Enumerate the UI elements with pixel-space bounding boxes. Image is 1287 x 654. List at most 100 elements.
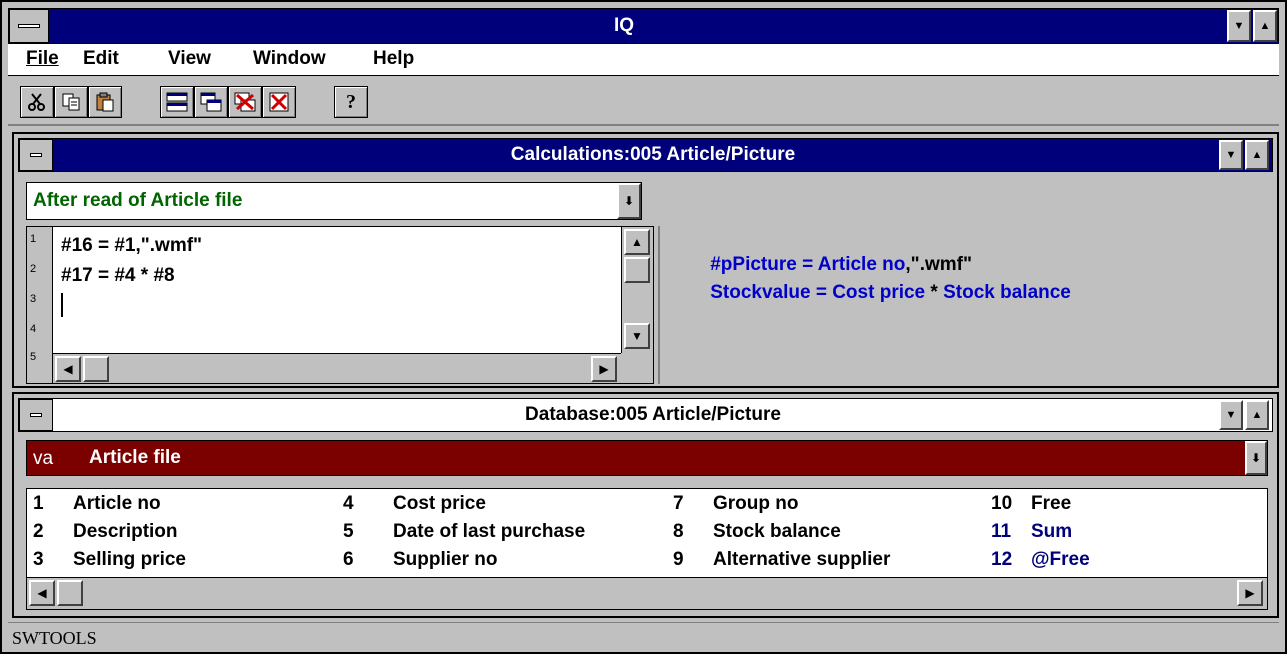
line-number-gutter: 1 2 3 4 5: [27, 227, 53, 383]
event-select-value: After read of Article file: [33, 190, 243, 211]
field-name[interactable]: @Free: [1031, 549, 1090, 571]
calculations-titlebar[interactable]: Calculations:005 Article/Picture ▼ ▲: [18, 138, 1273, 172]
database-file-select[interactable]: va Article file ⬇: [26, 440, 1268, 476]
dropdown-arrow-icon: ⬇: [623, 194, 635, 208]
code-vertical-scrollbar[interactable]: ▲ ▼: [621, 227, 653, 353]
paste-button[interactable]: [88, 86, 122, 118]
scroll-up-button[interactable]: ▲: [624, 229, 650, 255]
app-titlebar[interactable]: IQ ▼ ▲: [8, 8, 1279, 44]
translation-line: Stockvalue = Cost price * Stock balance: [668, 260, 1071, 326]
translation-pane: #pPicture = Article no,".wmf" Stockvalue…: [658, 226, 1270, 384]
code-editor[interactable]: 1 2 3 4 5 #16 = #1,".wmf" #17 = #4 * #8 …: [26, 226, 654, 384]
field-name[interactable]: Supplier no: [393, 549, 498, 571]
scroll-thumb[interactable]: [57, 580, 83, 606]
field-name[interactable]: Cost price: [393, 493, 486, 515]
field-number: 2: [33, 521, 44, 542]
field-name[interactable]: Description: [73, 521, 178, 543]
menu-edit[interactable]: Edit: [83, 48, 119, 70]
up-arrow-icon: ▲: [631, 235, 643, 249]
tile-button[interactable]: [160, 86, 194, 118]
line-number: 4: [30, 323, 37, 335]
menu-help[interactable]: Help: [373, 48, 414, 70]
database-titlebar[interactable]: Database:005 Article/Picture ▼ ▲: [18, 398, 1273, 432]
help-icon: ?: [346, 90, 356, 113]
scroll-right-button[interactable]: ▶: [1237, 580, 1263, 606]
calculations-minimize-button[interactable]: ▼: [1219, 140, 1243, 170]
dropdown-arrow-icon: ⬇: [1250, 451, 1262, 465]
app-system-menu-button[interactable]: [9, 9, 49, 43]
right-arrow-icon: ▶: [599, 362, 609, 376]
event-select-dropdown-button[interactable]: ⬇: [617, 183, 641, 219]
calculations-title: Calculations:005 Article/Picture: [510, 144, 796, 165]
code-horizontal-scrollbar[interactable]: ◀ ▶: [53, 353, 621, 383]
database-file-name: Article file: [89, 447, 181, 468]
scroll-thumb[interactable]: [83, 356, 109, 382]
database-system-menu-button[interactable]: [19, 399, 53, 431]
maximize-arrow-icon: ▲: [1251, 149, 1263, 161]
menu-file[interactable]: File: [26, 48, 59, 70]
code-line: #16 = #1,".wmf": [61, 235, 203, 256]
line-number: 5: [30, 351, 37, 363]
field-number: 9: [673, 549, 684, 570]
system-menu-icon: [29, 413, 43, 417]
database-minimize-button[interactable]: ▼: [1219, 400, 1243, 430]
app-title: IQ: [613, 15, 635, 36]
paste-icon: [96, 92, 114, 112]
field-list[interactable]: 1 Article no 2 Description 3 Selling price 4 Co…: [26, 488, 1268, 610]
database-file-dropdown-button[interactable]: ⬇: [1245, 441, 1267, 475]
menu-window[interactable]: Window: [253, 48, 326, 70]
field-name[interactable]: Article no: [73, 493, 161, 515]
scroll-left-button[interactable]: ◀: [29, 580, 55, 606]
field-name[interactable]: Alternative supplier: [713, 549, 890, 571]
translation-part: Stockvalue = Cost price: [710, 282, 926, 303]
field-name[interactable]: Group no: [713, 493, 798, 515]
cut-icon: [28, 93, 45, 111]
toolbar: ?: [8, 76, 1279, 126]
field-number: 4: [343, 493, 354, 514]
line-number: 3: [30, 293, 37, 305]
scroll-right-button[interactable]: ▶: [591, 356, 617, 382]
cut-button[interactable]: [20, 86, 54, 118]
copy-icon: [62, 93, 80, 111]
scroll-left-button[interactable]: ◀: [55, 356, 81, 382]
close-icon: [269, 92, 289, 112]
field-list-horizontal-scrollbar[interactable]: ◀ ▶: [27, 577, 1267, 609]
left-arrow-icon: ◀: [63, 362, 73, 376]
system-menu-icon: [29, 153, 43, 157]
cascade-button[interactable]: [194, 86, 228, 118]
maximize-arrow-icon: ▲: [1251, 409, 1263, 421]
field-name[interactable]: Sum: [1031, 521, 1072, 543]
left-arrow-icon: ◀: [37, 586, 47, 600]
minimize-arrow-icon: ▼: [1233, 20, 1245, 32]
field-number: 3: [33, 549, 44, 570]
app-maximize-button[interactable]: ▲: [1253, 10, 1277, 42]
menu-view[interactable]: View: [168, 48, 211, 70]
close-window-button[interactable]: [262, 86, 296, 118]
right-arrow-icon: ▶: [1245, 586, 1255, 600]
field-name[interactable]: Free: [1031, 493, 1071, 515]
down-arrow-icon: ▼: [631, 329, 643, 343]
close-all-icon: [234, 92, 256, 112]
field-name[interactable]: Selling price: [73, 549, 186, 571]
menu-bar: File Edit View Window Help: [8, 44, 1279, 76]
field-number: 1: [33, 493, 44, 514]
database-file-code: va: [33, 448, 54, 469]
field-number: 6: [343, 549, 354, 570]
field-name[interactable]: Date of last purchase: [393, 521, 585, 543]
database-maximize-button[interactable]: ▲: [1245, 400, 1269, 430]
line-number: 2: [30, 263, 37, 275]
scroll-thumb[interactable]: [624, 257, 650, 283]
translation-part: *: [925, 282, 944, 303]
system-menu-icon: [17, 24, 41, 28]
calculations-maximize-button[interactable]: ▲: [1245, 140, 1269, 170]
event-select[interactable]: After read of Article file ⬇: [26, 182, 642, 220]
field-list-area: 1 Article no 2 Description 3 Selling price 4 Co…: [27, 489, 1267, 577]
app-minimize-button[interactable]: ▼: [1227, 10, 1251, 42]
field-name[interactable]: Stock balance: [713, 521, 841, 543]
copy-button[interactable]: [54, 86, 88, 118]
close-all-button[interactable]: [228, 86, 262, 118]
status-bar: SWTOOLS: [8, 622, 1279, 652]
help-button[interactable]: ?: [334, 86, 368, 118]
calculations-system-menu-button[interactable]: [19, 139, 53, 171]
scroll-down-button[interactable]: ▼: [624, 323, 650, 349]
